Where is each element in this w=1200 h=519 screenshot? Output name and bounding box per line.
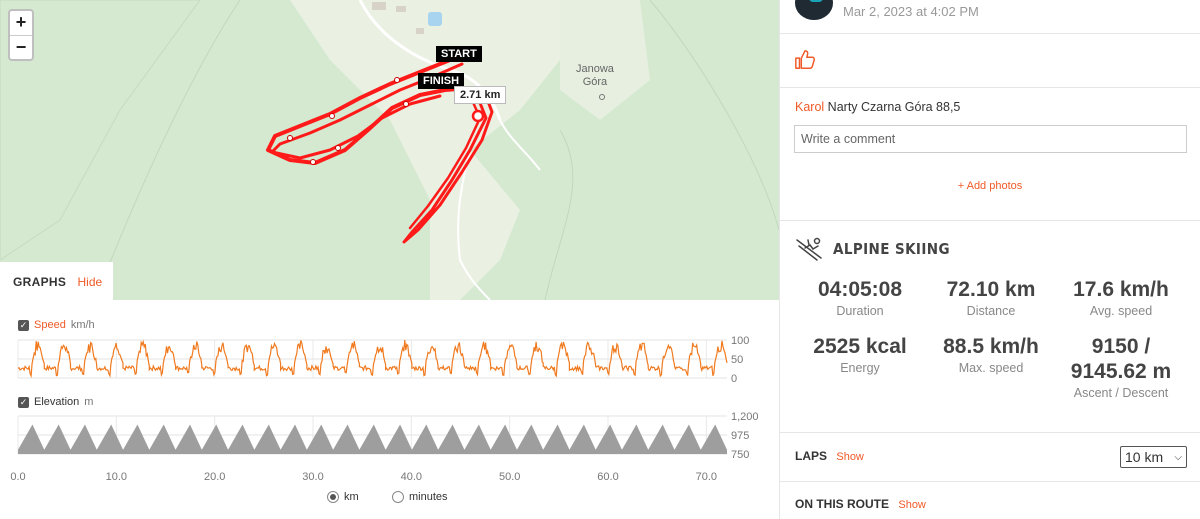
laps-distance-select[interactable]: 10 km ⌵ bbox=[1120, 446, 1187, 468]
stat-label: Ascent / Descent bbox=[1073, 386, 1169, 400]
route-show-link[interactable]: Show bbox=[898, 499, 926, 511]
chevron-down-icon: ⌵ bbox=[1174, 451, 1182, 463]
stat-avg-speed: 17.6 km/h Avg. speed bbox=[1051, 277, 1191, 318]
stat-distance: 72.10 km Distance bbox=[921, 277, 1061, 318]
like-button[interactable] bbox=[794, 49, 816, 76]
stat-label: Avg. speed bbox=[1089, 304, 1153, 318]
stat-value: 88.5 km/h bbox=[943, 335, 1039, 358]
speed-checkbox[interactable]: ✓ bbox=[18, 319, 29, 331]
activity-date: Mar 2, 2023 at 4:02 PM bbox=[843, 4, 979, 19]
stat-label: Distance bbox=[966, 304, 1016, 318]
graphs-title: GRAPHS bbox=[13, 275, 67, 289]
stat-duration: 04:05:08 Duration bbox=[790, 277, 930, 318]
x-tick-label: 0.0 bbox=[10, 471, 25, 483]
x-tick-label: 70.0 bbox=[696, 471, 717, 483]
route-title: ON THIS ROUTE bbox=[795, 497, 890, 511]
laps-select-value: 10 km bbox=[1125, 449, 1164, 465]
activity-panel: Mar 2, 2023 at 4:02 PM Karol Narty Czarn… bbox=[779, 0, 1200, 519]
zoom-in-button[interactable]: + bbox=[10, 11, 32, 35]
speed-y-tick: 50 bbox=[731, 354, 743, 366]
elevation-area bbox=[18, 424, 727, 454]
km-radio[interactable] bbox=[327, 491, 339, 503]
x-tick-label: 40.0 bbox=[401, 471, 422, 483]
graphs-tab: GRAPHS Hide bbox=[0, 262, 113, 300]
elevation-y-tick: 750 bbox=[731, 449, 749, 461]
sport-name: ALPINE SKIING bbox=[833, 240, 950, 258]
graphs-hide-link[interactable]: Hide bbox=[77, 275, 102, 289]
unit-option-minutes[interactable]: minutes bbox=[392, 491, 448, 503]
stat-energy: 2525 kcal Energy bbox=[790, 334, 930, 375]
add-photos-link[interactable]: + Add photos bbox=[780, 180, 1200, 192]
x-tick-label: 30.0 bbox=[302, 471, 323, 483]
x-tick-label: 50.0 bbox=[499, 471, 520, 483]
unit-option-km[interactable]: km bbox=[327, 491, 359, 503]
stat-label: Duration bbox=[836, 304, 884, 318]
km-label: km bbox=[344, 491, 359, 503]
stat-label: Energy bbox=[840, 361, 880, 375]
graphs-canvas[interactable]: 100 50 0 1,200 975 750 0.0 10.0 20.0 30.0 40.0 50.0… bbox=[0, 330, 779, 510]
stat-ascent-descent: 9150 / 9145.62 m Ascent / Descent bbox=[1051, 334, 1191, 400]
x-tick-label: 10.0 bbox=[106, 471, 127, 483]
route-header: ON THIS ROUTE Show bbox=[795, 497, 926, 511]
thumbs-up-icon bbox=[795, 50, 816, 69]
speed-y-tick: 100 bbox=[731, 335, 749, 347]
stat-value: 04:05:08 bbox=[817, 278, 903, 301]
laps-title: LAPS bbox=[795, 449, 828, 463]
zoom-control: + − bbox=[8, 9, 34, 61]
map-canvas bbox=[0, 0, 779, 300]
comment: Karol Narty Czarna Góra 88,5 bbox=[795, 100, 960, 114]
zoom-out-button[interactable]: − bbox=[10, 35, 32, 59]
stat-value: 9150 / 9145.62 m bbox=[1070, 335, 1172, 383]
x-tick-label: 20.0 bbox=[204, 471, 225, 483]
laps-show-link[interactable]: Show bbox=[836, 451, 864, 463]
x-tick-label: 60.0 bbox=[597, 471, 618, 483]
speed-y-tick: 0 bbox=[731, 373, 737, 385]
alpine-skiing-icon bbox=[796, 237, 822, 261]
stat-max-speed: 88.5 km/h Max. speed bbox=[921, 334, 1061, 375]
start-marker[interactable]: START bbox=[436, 46, 482, 62]
avatar[interactable] bbox=[795, 0, 833, 20]
comment-text: Narty Czarna Góra 88,5 bbox=[827, 100, 961, 114]
comment-input[interactable]: Write a comment bbox=[794, 125, 1187, 153]
minutes-label: minutes bbox=[409, 491, 448, 503]
elevation-y-tick: 975 bbox=[731, 430, 749, 442]
left-panel: + − START FINISH 2.71 km Janowa Góra GRA… bbox=[0, 0, 779, 519]
place-name: Janowa Góra bbox=[576, 63, 614, 88]
stat-value: 2525 kcal bbox=[813, 335, 907, 358]
distance-marker: 2.71 km bbox=[454, 86, 507, 104]
stat-label: Max. speed bbox=[958, 361, 1024, 375]
minutes-radio[interactable] bbox=[392, 491, 404, 503]
sport-header: ALPINE SKIING bbox=[795, 236, 950, 262]
stat-value: 17.6 km/h bbox=[1073, 278, 1169, 301]
stat-value: 72.10 km bbox=[946, 278, 1036, 301]
comment-author[interactable]: Karol bbox=[795, 100, 824, 114]
route-map[interactable]: + − START FINISH 2.71 km Janowa Góra bbox=[0, 0, 779, 300]
elevation-y-tick: 1,200 bbox=[731, 411, 759, 423]
laps-header: LAPS Show bbox=[795, 449, 864, 463]
speed-line bbox=[17, 339, 728, 379]
